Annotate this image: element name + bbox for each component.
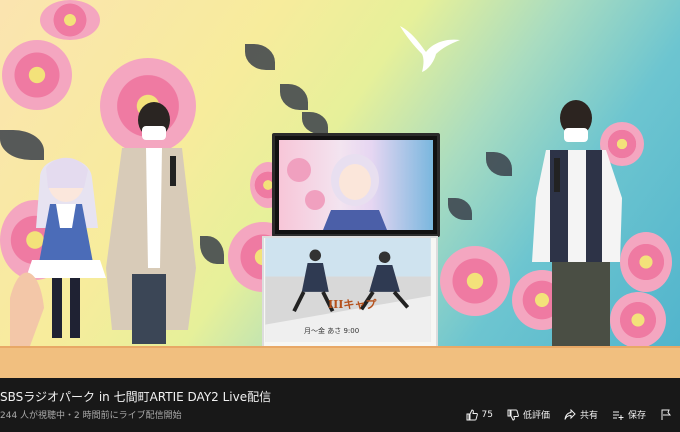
- program-poster: IIIキャプ 月～金 あさ 9:00: [262, 236, 438, 348]
- flower-decoration: [440, 246, 510, 316]
- presenter-left: [106, 102, 196, 344]
- report-button[interactable]: [660, 409, 672, 421]
- stage-floor: [0, 346, 680, 378]
- flower-decoration: [2, 40, 72, 110]
- video-player[interactable]: IIIキャプ 月～金 あさ 9:00: [0, 0, 680, 378]
- stage-monitor: [272, 133, 440, 237]
- save-playlist-icon: [612, 411, 624, 420]
- poster-schedule: 月～金 あさ 9:00: [304, 327, 360, 335]
- flower-decoration: [40, 0, 100, 40]
- dislike-button[interactable]: 低評価: [507, 408, 550, 421]
- bird-icon: [400, 26, 460, 72]
- thumbs-down-icon: [507, 409, 519, 421]
- dislike-label: 低評価: [522, 411, 550, 421]
- thumbs-up-icon: [466, 408, 478, 420]
- save-label: 保存: [627, 411, 646, 421]
- video-meta: 244 人が視聴中・2 時間前にライブ配信開始: [0, 411, 182, 421]
- video-actions: 75 低評価 共有 保存: [466, 408, 673, 421]
- share-button[interactable]: 共有: [564, 408, 598, 421]
- share-label: 共有: [579, 411, 598, 421]
- presenter-right: [532, 100, 622, 350]
- like-count: 75: [481, 409, 493, 420]
- share-icon: [564, 408, 576, 420]
- video-title: SBSラジオパーク in 七間町ARTIE DAY2 Live配信: [0, 390, 272, 404]
- save-button[interactable]: 保存: [612, 408, 646, 421]
- like-button[interactable]: 75: [466, 408, 493, 421]
- monitor-character-image: [287, 154, 387, 230]
- flag-icon: [661, 409, 672, 420]
- monitor-screen: [279, 140, 433, 230]
- poster-title: IIIキャプ: [328, 298, 377, 311]
